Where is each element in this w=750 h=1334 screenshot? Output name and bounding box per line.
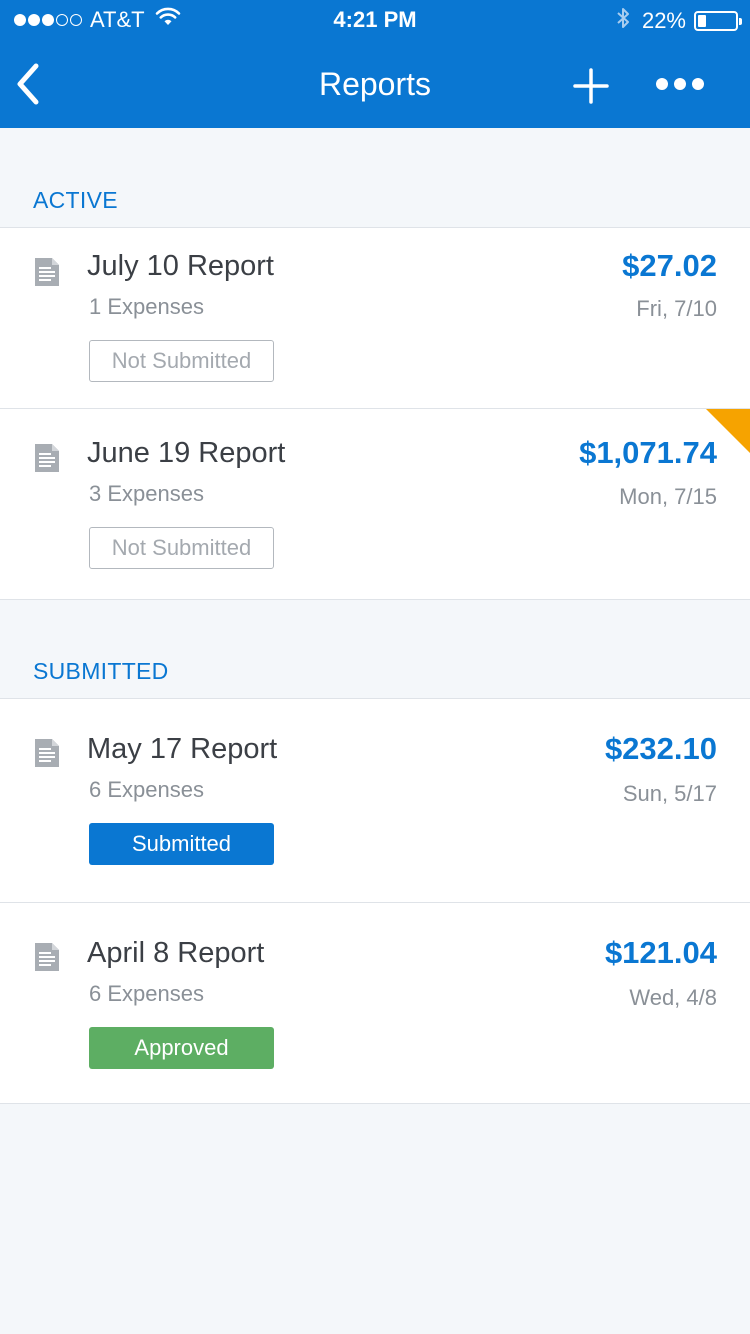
report-amount: $121.04 xyxy=(604,935,717,970)
report-title: July 10 Report xyxy=(87,250,274,282)
battery-icon xyxy=(694,11,742,31)
expense-count: 6 Expenses xyxy=(89,777,204,802)
battery-percent: 22% xyxy=(641,8,686,33)
status-right: 22% xyxy=(616,6,742,36)
report-amount: $27.02 xyxy=(622,248,717,283)
report-title: April 8 Report xyxy=(87,937,265,969)
report-date: Mon, 7/15 xyxy=(619,484,717,509)
navigation-bar: Reports xyxy=(0,40,750,128)
ellipsis-icon xyxy=(656,78,704,90)
add-report-button[interactable] xyxy=(571,66,611,106)
document-icon xyxy=(35,444,59,472)
section-header-active: ACTIVE xyxy=(33,187,118,213)
report-row[interactable]: April 8 Report 6 Expenses $121.04 Wed, 4… xyxy=(0,902,750,1104)
report-row[interactable]: May 17 Report 6 Expenses $232.10 Sun, 5/… xyxy=(0,698,750,903)
battery-cap xyxy=(739,18,742,25)
expense-count: 3 Expenses xyxy=(89,481,204,506)
more-options-button[interactable] xyxy=(650,70,710,100)
status-badge: Not Submitted xyxy=(89,527,274,569)
report-row[interactable]: July 10 Report 1 Expenses $27.02 Fri, 7/… xyxy=(0,227,750,409)
plus-icon xyxy=(573,68,609,104)
status-badge: Not Submitted xyxy=(89,340,274,382)
bluetooth-icon xyxy=(616,6,630,36)
report-date: Sun, 5/17 xyxy=(622,781,717,806)
report-date: Fri, 7/10 xyxy=(636,296,717,321)
report-title: June 19 Report xyxy=(87,437,286,469)
status-bar: AT&T 4:21 PM 22% xyxy=(0,0,750,40)
document-icon xyxy=(35,739,59,767)
section-header-submitted: SUBMITTED xyxy=(33,658,169,684)
status-badge: Approved xyxy=(89,1027,274,1069)
battery-fill xyxy=(698,15,706,27)
page-title: Reports xyxy=(318,66,432,102)
report-row[interactable]: June 19 Report 3 Expenses $1,071.74 Mon,… xyxy=(0,408,750,600)
document-icon xyxy=(35,943,59,971)
report-amount: $232.10 xyxy=(604,731,717,766)
report-amount: $1,071.74 xyxy=(579,435,717,470)
expense-count: 6 Expenses xyxy=(89,981,204,1006)
status-badge: Submitted xyxy=(89,823,274,865)
report-date: Wed, 4/8 xyxy=(629,985,717,1010)
expense-count: 1 Expenses xyxy=(89,294,204,319)
document-icon xyxy=(35,258,59,286)
report-title: May 17 Report xyxy=(87,733,278,765)
